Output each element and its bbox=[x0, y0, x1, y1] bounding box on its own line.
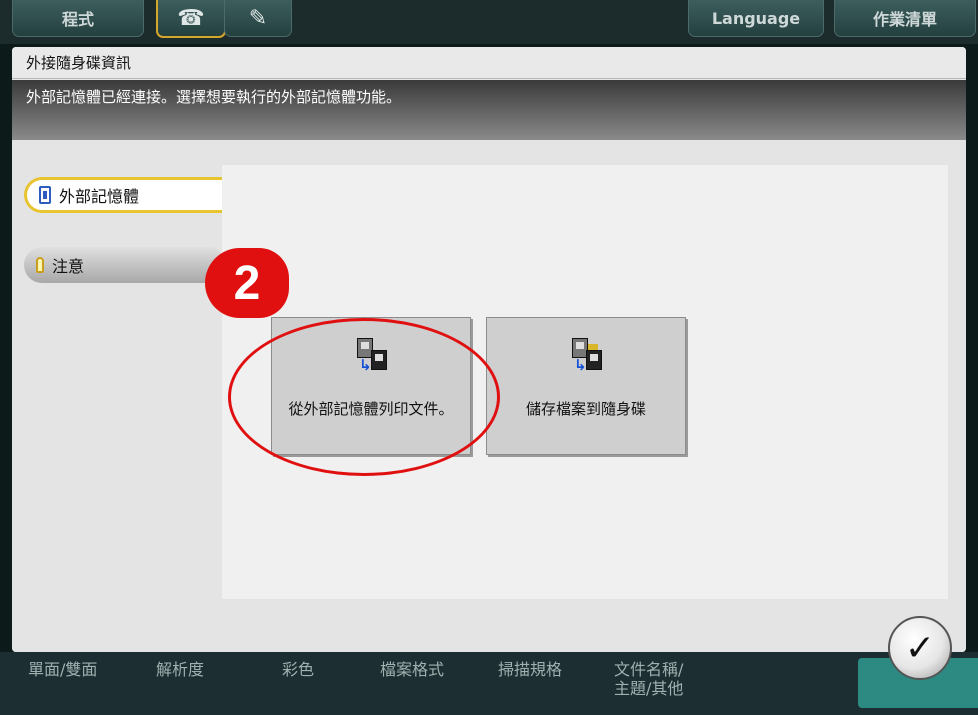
usb-icon bbox=[39, 186, 51, 204]
ok-button[interactable]: ✓ bbox=[888, 616, 952, 680]
bottom-bar: 單面/雙面 解析度 彩色 檔案格式 掃描規格 文件名稱/ 主題/其他 bbox=[0, 652, 978, 715]
phone-button[interactable]: ☎ bbox=[156, 0, 226, 38]
resolution-tab[interactable]: 解析度 bbox=[156, 660, 204, 679]
document-name-tab[interactable]: 文件名稱/ 主題/其他 bbox=[614, 660, 683, 698]
language-label: Language bbox=[711, 8, 801, 28]
highlight-ellipse bbox=[228, 318, 500, 476]
sidebar-item-notice[interactable]: 注意 bbox=[24, 247, 222, 283]
job-list-label: 作業清單 bbox=[872, 10, 937, 29]
checkmark-icon: ✓ bbox=[904, 627, 936, 669]
scan-settings-tab[interactable]: 掃描規格 bbox=[498, 660, 562, 679]
top-bar: 程式 ☎ ✎ Language 作業清單 bbox=[0, 0, 978, 44]
color-tab[interactable]: 彩色 bbox=[282, 660, 314, 679]
program-button[interactable]: 程式 bbox=[12, 0, 144, 37]
fax-button[interactable]: ✎ bbox=[224, 0, 292, 37]
fax-icon: ✎ bbox=[248, 5, 268, 31]
save-to-usb-label: 儲存檔案到隨身碟 bbox=[525, 400, 646, 418]
language-button[interactable]: Language bbox=[688, 0, 824, 37]
dialog-title: 外接隨身碟資訊 bbox=[12, 47, 966, 79]
save-to-usb-button[interactable]: ↳ 儲存檔案到隨身碟 bbox=[486, 317, 686, 455]
dialog-message: 外部記憶體已經連接。選擇想要執行的外部記憶體功能。 bbox=[12, 80, 966, 140]
duplex-tab[interactable]: 單面/雙面 bbox=[28, 660, 97, 679]
sidebar-item-label: 外部記憶體 bbox=[59, 187, 140, 206]
bulb-icon bbox=[36, 257, 44, 273]
step-number-badge: 2 bbox=[205, 248, 289, 318]
sidebar-item-external-memory[interactable]: 外部記憶體 bbox=[24, 177, 222, 213]
save-to-usb-icon: ↳ bbox=[566, 334, 606, 374]
job-list-button[interactable]: 作業清單 bbox=[834, 0, 976, 37]
phone-icon: ☎ bbox=[177, 5, 205, 31]
usb-info-dialog: 外接隨身碟資訊 外部記憶體已經連接。選擇想要執行的外部記憶體功能。 外部記憶體 … bbox=[12, 47, 966, 652]
file-format-tab[interactable]: 檔案格式 bbox=[380, 660, 444, 679]
sidebar-item-label: 注意 bbox=[52, 257, 85, 276]
program-label: 程式 bbox=[61, 10, 94, 29]
